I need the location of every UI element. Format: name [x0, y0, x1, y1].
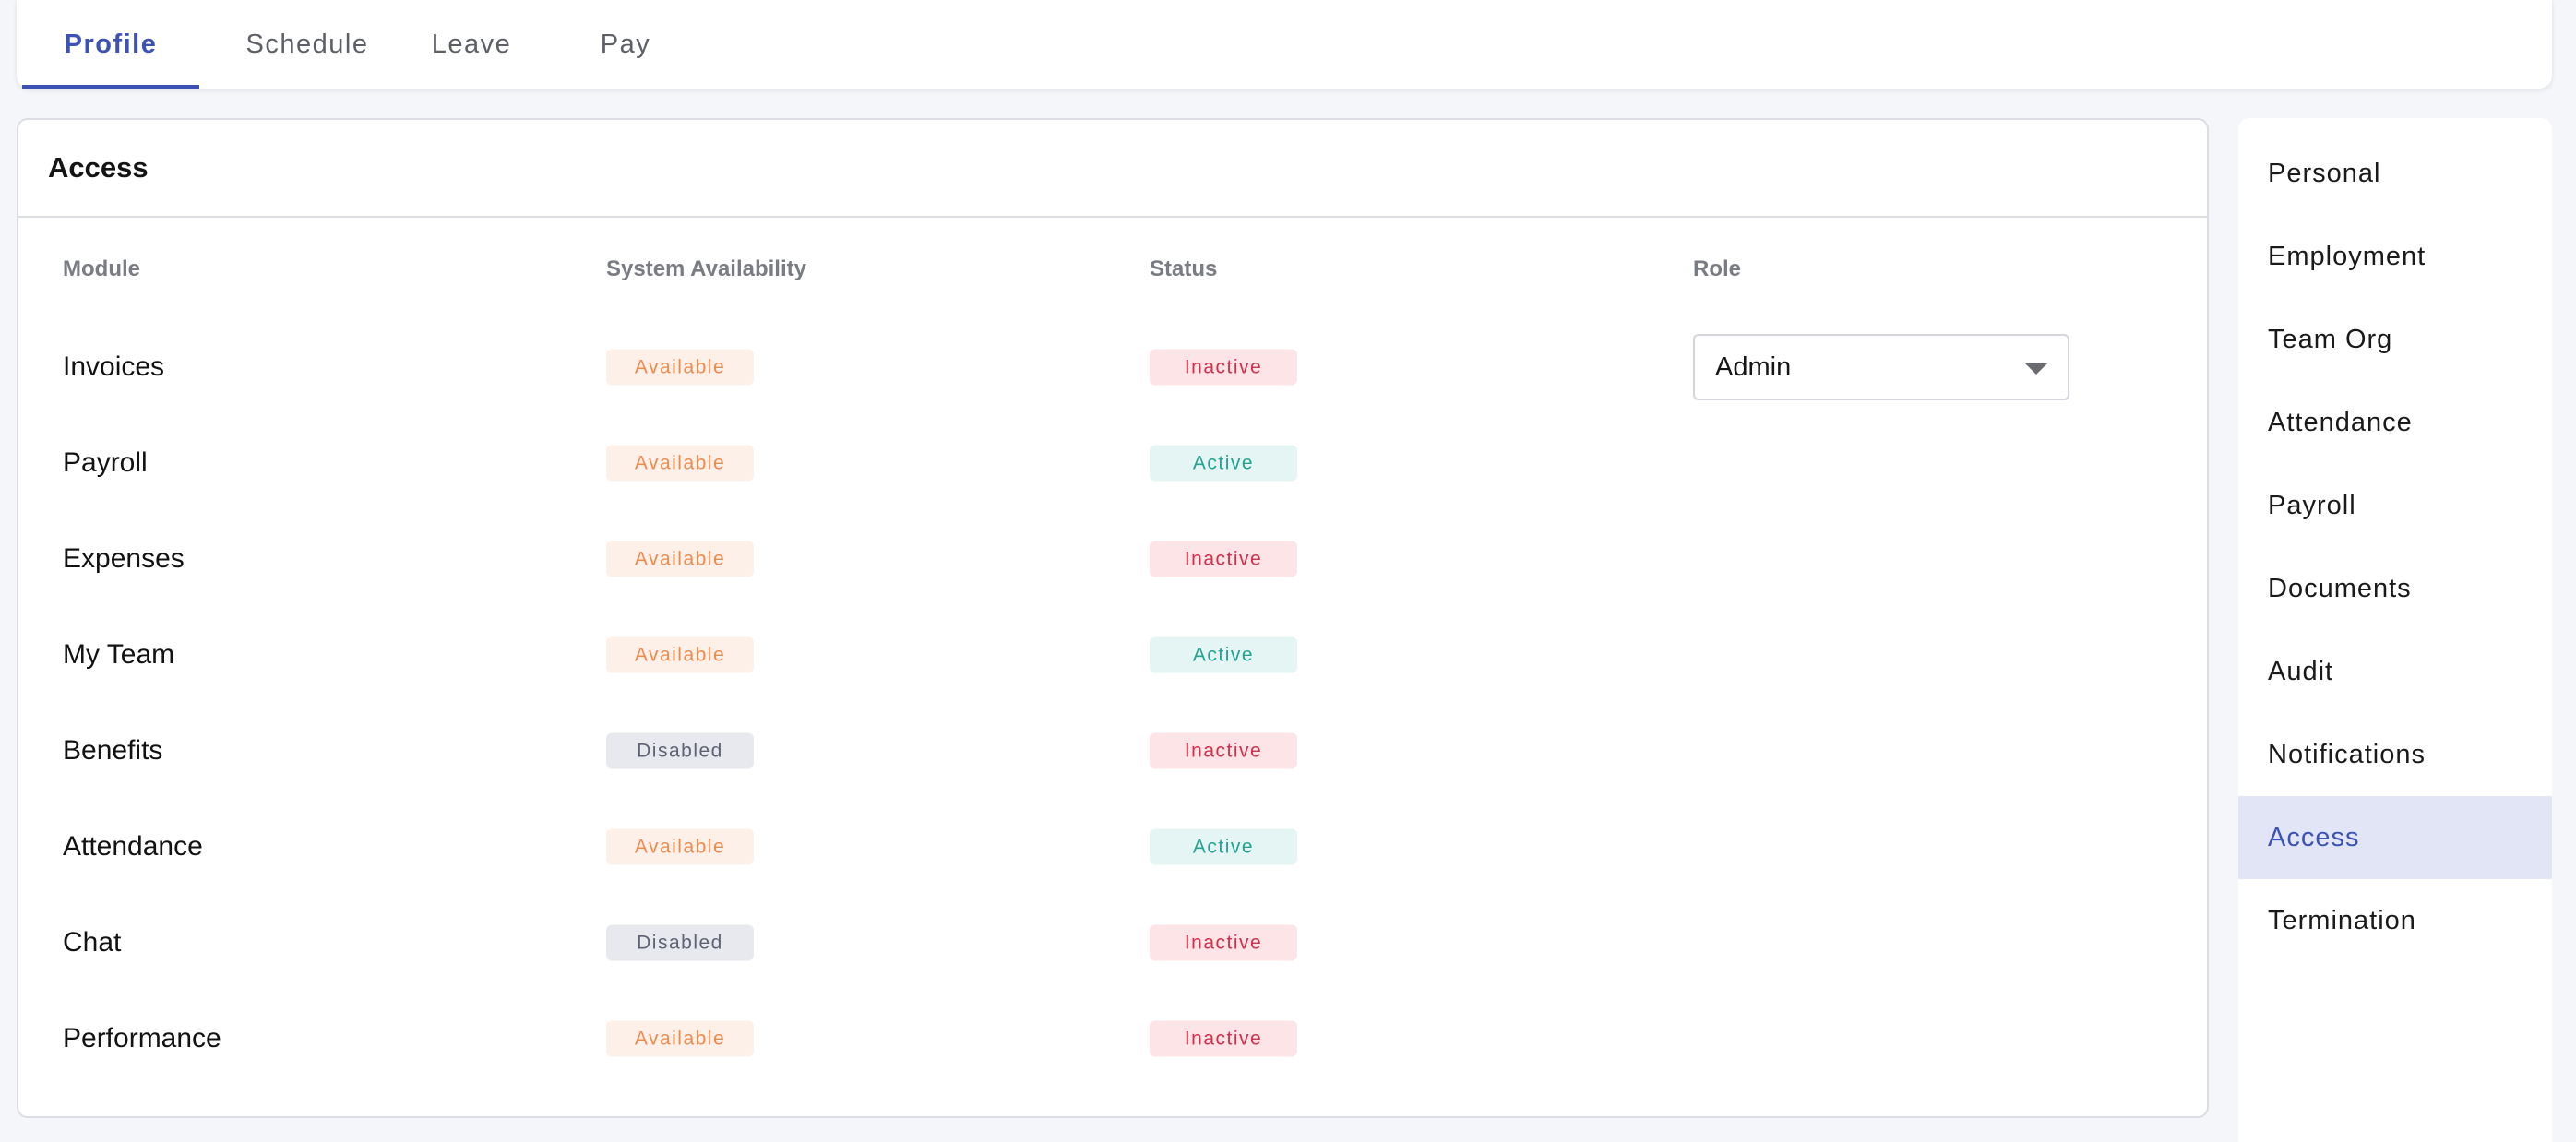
column-header-role: Role	[1693, 256, 1742, 281]
role-select[interactable]: Admin	[1693, 334, 2069, 400]
module-name: Attendance	[63, 831, 203, 862]
table-header: Module System Availability Status Role	[18, 218, 2207, 319]
module-name: Payroll	[63, 447, 148, 478]
availability-badge: Available	[606, 828, 754, 865]
access-panel: Access Module System Availability Status…	[17, 118, 2209, 1118]
availability-badge: Available	[606, 349, 754, 386]
module-name: Performance	[63, 1023, 221, 1053]
sidenav-item-termination[interactable]: Termination	[2238, 879, 2552, 962]
status-badge: Inactive	[1150, 349, 1297, 386]
sidenav-item-payroll[interactable]: Payroll	[2238, 464, 2552, 547]
status-badge: Active	[1150, 636, 1297, 673]
status-badge: Active	[1150, 828, 1297, 865]
tab-schedule[interactable]: Schedule	[199, 0, 415, 89]
column-header-status: Status	[1150, 256, 1218, 281]
panel-header: Access	[18, 120, 2207, 218]
sidenav-item-personal[interactable]: Personal	[2238, 132, 2552, 215]
column-header-module: Module	[63, 256, 140, 281]
status-badge: Inactive	[1150, 1020, 1297, 1057]
sidenav-item-documents[interactable]: Documents	[2238, 547, 2552, 630]
tab-leave[interactable]: Leave	[415, 0, 528, 89]
tab-pay[interactable]: Pay	[528, 0, 723, 89]
sidenav-item-access[interactable]: Access	[2238, 796, 2552, 879]
sidenav-item-employment[interactable]: Employment	[2238, 215, 2552, 298]
top-tab-bar: Profile Schedule Leave Pay	[17, 0, 2552, 89]
sidenav-item-team-org[interactable]: Team Org	[2238, 298, 2552, 381]
access-table: Module System Availability Status Role I…	[18, 218, 2207, 1087]
table-row: Chat Disabled Inactive	[18, 895, 2207, 991]
table-row: My Team Available Active	[18, 607, 2207, 703]
role-select-value: Admin	[1715, 351, 1792, 382]
module-name: My Team	[63, 639, 175, 670]
availability-badge: Available	[606, 445, 754, 482]
availability-badge: Disabled	[606, 924, 754, 961]
module-name: Expenses	[63, 543, 185, 574]
module-name: Chat	[63, 927, 122, 958]
module-name: Benefits	[63, 735, 163, 766]
availability-badge: Disabled	[606, 732, 754, 769]
table-row: Attendance Available Active	[18, 799, 2207, 895]
module-name: Invoices	[63, 351, 165, 382]
sidenav-item-notifications[interactable]: Notifications	[2238, 713, 2552, 796]
status-badge: Inactive	[1150, 924, 1297, 961]
table-row: Benefits Disabled Inactive	[18, 703, 2207, 799]
table-row: Performance Available Inactive	[18, 991, 2207, 1087]
status-badge: Active	[1150, 445, 1297, 482]
status-badge: Inactive	[1150, 541, 1297, 577]
availability-badge: Available	[606, 541, 754, 577]
table-row: Invoices Available Inactive Admin	[18, 319, 2207, 415]
sidenav-item-attendance[interactable]: Attendance	[2238, 381, 2552, 464]
sidenav-item-audit[interactable]: Audit	[2238, 630, 2552, 713]
column-header-availability: System Availability	[606, 256, 806, 281]
section-sidenav: Personal Employment Team Org Attendance …	[2238, 118, 2552, 1142]
table-row: Expenses Available Inactive	[18, 511, 2207, 607]
chevron-down-icon	[2025, 363, 2047, 375]
tab-profile[interactable]: Profile	[17, 0, 199, 89]
panel-title: Access	[48, 151, 149, 184]
availability-badge: Available	[606, 636, 754, 673]
availability-badge: Available	[606, 1020, 754, 1057]
status-badge: Inactive	[1150, 732, 1297, 769]
table-row: Payroll Available Active	[18, 415, 2207, 511]
